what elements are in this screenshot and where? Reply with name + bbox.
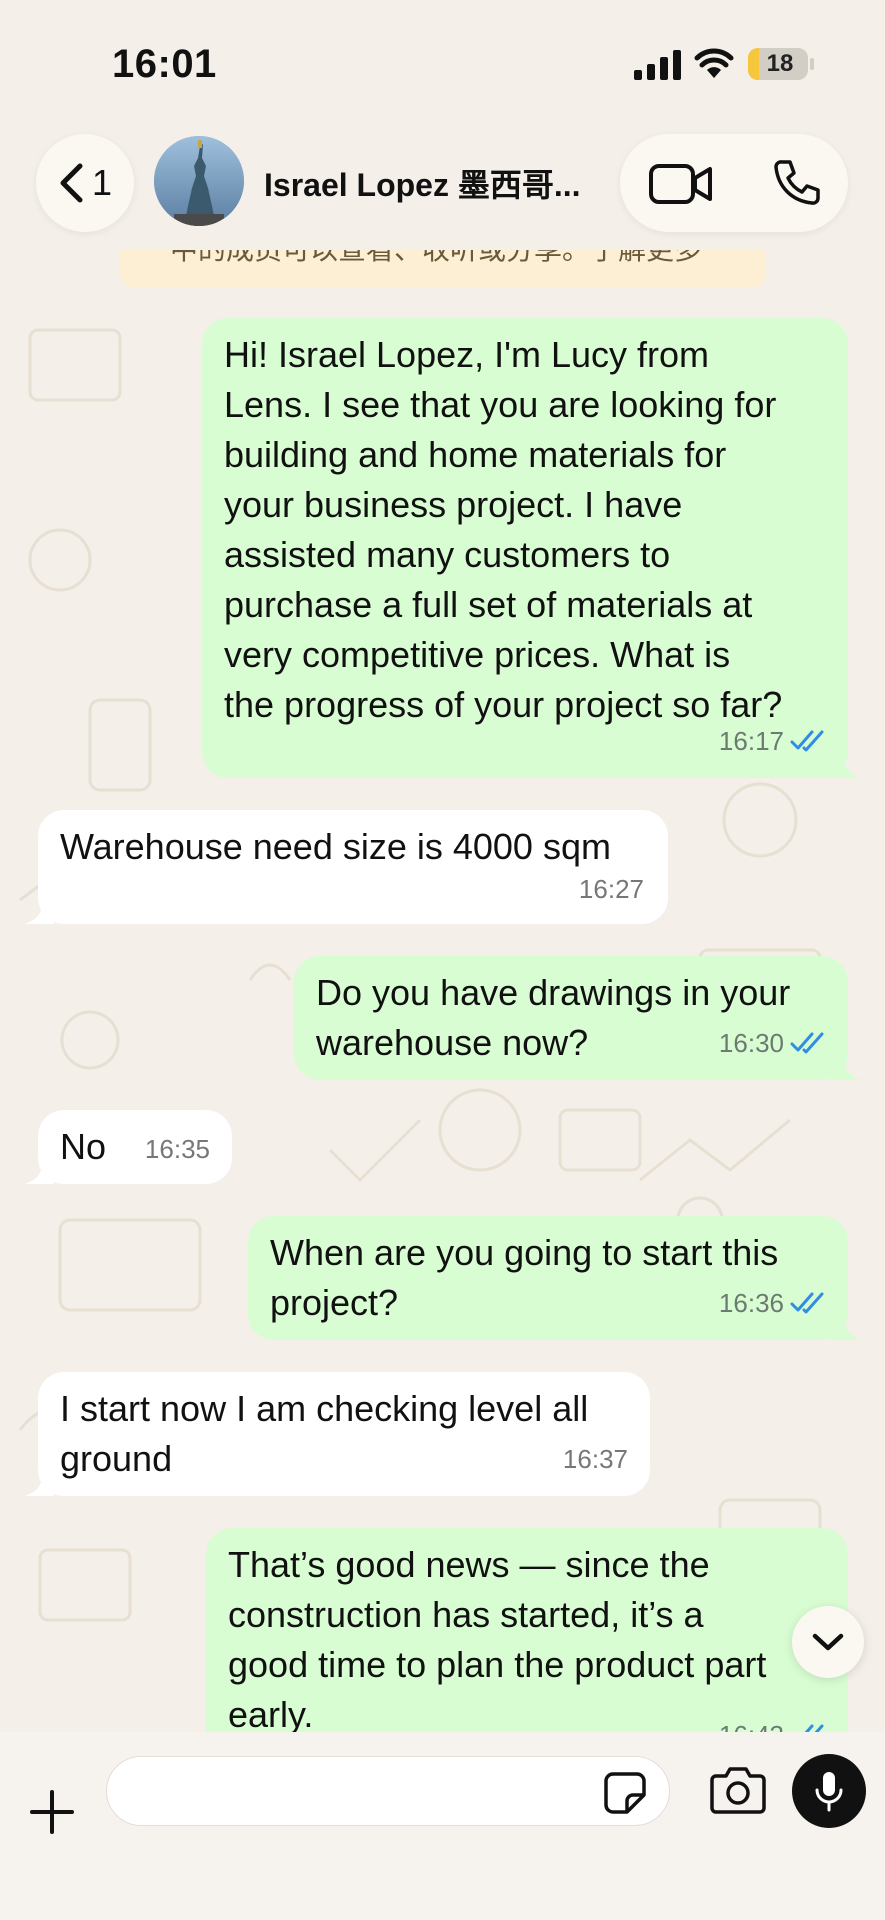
bubble-tail — [832, 748, 862, 778]
bubble-tail — [832, 1310, 862, 1340]
read-receipt-icon — [804, 1724, 824, 1732]
bubble-tail — [24, 1154, 54, 1184]
wifi-icon — [694, 48, 734, 78]
message-input[interactable] — [131, 1757, 591, 1825]
message-text: No — [60, 1122, 106, 1172]
message-list[interactable]: 中的成员可以查看、收听或分享。了解更多 Hi! Israel Lopez, I'… — [0, 250, 885, 1732]
read-receipt-icon — [790, 730, 824, 752]
call-actions — [620, 134, 848, 232]
message-line: Do you have drawings in your — [316, 972, 791, 1013]
message-time: 16:43 — [719, 1710, 784, 1732]
status-bar: 16:01 18 — [0, 0, 885, 120]
bubble-tail — [832, 1050, 862, 1080]
message-line: Warehouse need size is 4000 sqm — [60, 826, 611, 867]
message-line: I start now I am checking level all — [60, 1388, 589, 1429]
message-line: the progress of your project so far? — [224, 684, 783, 725]
battery-percentage: 18 — [766, 50, 794, 77]
unread-count: 1 — [91, 162, 113, 203]
message-time: 16:30 — [718, 1028, 784, 1058]
message-line: That’s good news — since the — [228, 1544, 710, 1585]
bubble-tail — [24, 894, 54, 924]
battery-icon: 18 — [748, 48, 808, 80]
system-notice-text: 中的成员可以查看、收听或分享。了解更多 — [170, 250, 702, 268]
sticker-icon[interactable] — [603, 1771, 647, 1815]
microphone-icon — [815, 1772, 843, 1812]
read-receipt-icon — [790, 1292, 824, 1314]
contact-name[interactable]: Israel Lopez 墨西哥... — [264, 160, 584, 206]
message-bubble-incoming[interactable]: No 16:35 — [24, 1110, 232, 1184]
message-text: I start now I am checking level all grou… — [60, 1384, 588, 1484]
plus-icon[interactable] — [30, 1790, 74, 1834]
message-meta: 16:17 — [719, 716, 826, 766]
message-line: building and home materials for — [224, 434, 727, 475]
message-text: When are you going to start this project… — [270, 1228, 778, 1328]
cellular-signal-icon — [634, 50, 681, 80]
message-time: 16:35 — [144, 1134, 210, 1164]
message-line: When are you going to start this — [270, 1232, 779, 1273]
message-line: Hi! Israel Lopez, I'm Lucy from — [224, 334, 710, 375]
scroll-to-bottom-button[interactable] — [792, 1606, 864, 1678]
message-time: 16:36 — [718, 1288, 784, 1318]
message-time: 16:17 — [718, 726, 784, 756]
message-line: construction has started, it’s a — [228, 1594, 704, 1635]
message-text: Warehouse need size is 4000 sqm — [60, 822, 611, 872]
battery-tip — [810, 58, 814, 70]
message-input-bar — [0, 1732, 885, 1920]
chevron-down-icon — [812, 1633, 844, 1651]
message-line: Lens. I see that you are looking for — [224, 384, 777, 425]
voice-message-button[interactable] — [792, 1754, 866, 1828]
system-notice[interactable]: 中的成员可以查看、收听或分享。了解更多 — [120, 250, 766, 288]
message-text: Hi! Israel Lopez, I'm Lucy from Lens. I … — [224, 330, 782, 730]
bubble-tail — [24, 1466, 54, 1496]
message-meta: 16:27 — [579, 864, 644, 914]
message-line: project? — [270, 1282, 399, 1323]
message-time: 16:27 — [578, 874, 644, 904]
message-line: assisted many customers to — [224, 534, 671, 575]
message-input-field[interactable] — [106, 1756, 670, 1826]
message-bubble-outgoing[interactable]: Do you have drawings in your warehouse n… — [294, 956, 862, 1080]
message-bubble-incoming[interactable]: I start now I am checking level all grou… — [24, 1372, 650, 1496]
message-meta: 16:37 — [563, 1434, 628, 1484]
chat-header: 1 Israel Lopez 墨西哥... — [0, 120, 885, 250]
video-camera-icon[interactable] — [648, 162, 714, 206]
message-line: purchase a full set of materials at — [224, 584, 753, 625]
status-time: 16:01 — [112, 42, 217, 86]
chevron-left-icon — [60, 163, 83, 203]
message-meta: 16:36 — [719, 1278, 826, 1328]
message-bubble-incoming[interactable]: Warehouse need size is 4000 sqm 16:27 — [24, 810, 668, 924]
back-button[interactable]: 1 — [36, 134, 134, 232]
message-line: good time to plan the product part — [228, 1644, 767, 1685]
statue-of-liberty-image — [154, 136, 244, 226]
message-meta: 16:35 — [145, 1124, 210, 1174]
message-bubble-outgoing[interactable]: When are you going to start this project… — [248, 1216, 862, 1340]
message-line: very competitive prices. What is — [224, 634, 731, 675]
message-bubble-outgoing[interactable]: That’s good news — since the constructio… — [206, 1528, 848, 1732]
message-bubble-outgoing[interactable]: Hi! Israel Lopez, I'm Lucy from Lens. I … — [202, 318, 862, 778]
phone-icon[interactable] — [770, 158, 822, 210]
message-line: No — [60, 1126, 107, 1167]
message-meta: 16:43 — [719, 1710, 826, 1732]
message-line: your business project. I have — [224, 484, 683, 525]
message-text: That’s good news — since the constructio… — [228, 1540, 838, 1732]
avatar[interactable] — [154, 136, 244, 226]
message-meta: 16:30 — [719, 1018, 826, 1068]
message-time: 16:37 — [562, 1444, 628, 1474]
message-line: ground — [60, 1438, 173, 1479]
camera-icon[interactable] — [710, 1766, 766, 1814]
read-receipt-icon — [790, 1032, 824, 1054]
